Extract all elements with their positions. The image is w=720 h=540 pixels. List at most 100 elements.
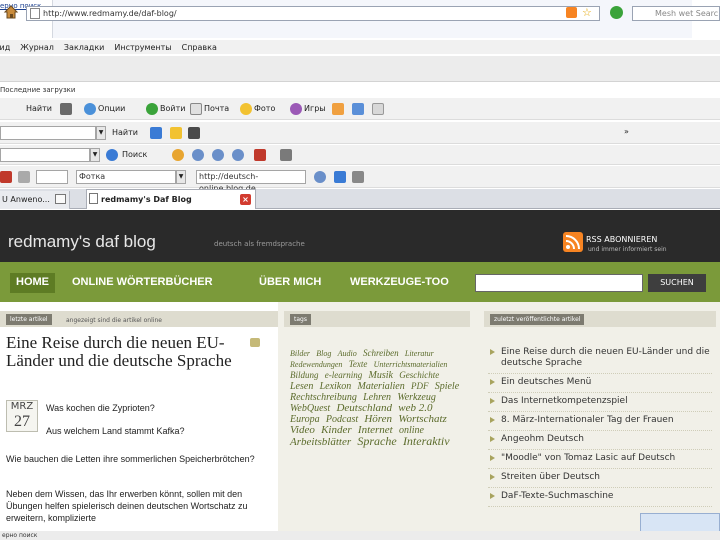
user-icon[interactable] bbox=[254, 149, 266, 161]
toolbar-icon-f[interactable] bbox=[18, 171, 30, 183]
menu-view[interactable]: Вид bbox=[0, 43, 10, 52]
recent-article-item[interactable]: Angeohm Deutsch bbox=[488, 431, 712, 450]
menu-help[interactable]: Справка bbox=[182, 43, 217, 52]
tb1-options[interactable]: Опции bbox=[98, 104, 125, 113]
tag-link[interactable]: Lexikon bbox=[320, 381, 352, 392]
browser-search-input[interactable]: Mesh wet Searc bbox=[632, 6, 720, 21]
tab-close-icon[interactable]: × bbox=[240, 194, 251, 205]
recent-article-item[interactable]: Eine Reise durch die neuen EU-Länder und… bbox=[488, 344, 712, 374]
toolbar-icon-e[interactable] bbox=[0, 171, 12, 183]
tag-link[interactable]: Bildung bbox=[290, 370, 319, 380]
toolbar-overflow[interactable]: » bbox=[624, 127, 629, 136]
site-search-button[interactable]: SUCHEN bbox=[648, 274, 706, 292]
star-icon[interactable]: ☆ bbox=[582, 6, 592, 19]
tb3-input[interactable] bbox=[0, 148, 90, 162]
tb1-find[interactable]: Найти bbox=[26, 104, 52, 113]
recent-article-item[interactable]: Ein deutsches Menü bbox=[488, 374, 712, 393]
nav-about[interactable]: ÜBER MICH bbox=[259, 276, 321, 288]
tb4-url[interactable]: http://deutsch-online.blog.de bbox=[196, 170, 306, 193]
search-icon[interactable] bbox=[106, 149, 118, 161]
rss-subscribe-link[interactable]: RSS ABONNIEREN bbox=[586, 235, 657, 244]
go-icon[interactable] bbox=[610, 6, 623, 19]
toolbar-icon-c[interactable] bbox=[372, 103, 384, 115]
latest-articles-pill[interactable]: letzte artikel bbox=[6, 314, 52, 325]
tb1-mail[interactable]: Почта bbox=[204, 104, 229, 113]
tag-link[interactable]: WebQuest bbox=[290, 403, 330, 414]
tag-link[interactable]: Texte bbox=[349, 359, 368, 369]
tag-link[interactable]: Redewendungen bbox=[290, 360, 342, 369]
photo-icon[interactable] bbox=[240, 103, 252, 115]
tag-link[interactable]: Arbeitsblätter bbox=[290, 436, 351, 448]
nav-dictionaries[interactable]: ONLINE WÖRTERBÜCHER bbox=[72, 276, 213, 288]
blog-title[interactable]: redmamy's daf blog bbox=[8, 232, 156, 252]
rss-icon[interactable] bbox=[563, 232, 583, 252]
mail-icon[interactable] bbox=[190, 103, 202, 115]
tb2-input[interactable] bbox=[0, 126, 96, 140]
recent-article-item[interactable]: Streiten über Deutsch bbox=[488, 469, 712, 488]
down-arrow-icon[interactable] bbox=[334, 171, 346, 183]
article-title[interactable]: Eine Reise durch die neuen EU-Länder und… bbox=[6, 334, 252, 370]
tag-link[interactable]: Video bbox=[290, 424, 315, 436]
tag-link[interactable]: Literatur bbox=[405, 349, 434, 358]
zoom-icon[interactable] bbox=[192, 149, 204, 161]
menu-history[interactable]: Журнал bbox=[20, 43, 54, 52]
login-icon[interactable] bbox=[146, 103, 158, 115]
games-icon[interactable] bbox=[290, 103, 302, 115]
recent-article-item[interactable]: "Moodle" von Tomaz Lasic auf Deutsch bbox=[488, 450, 712, 469]
tag-link[interactable]: Materialien bbox=[358, 381, 405, 392]
options-icon[interactable] bbox=[84, 103, 96, 115]
feed-icon[interactable] bbox=[566, 7, 577, 18]
tag-link[interactable]: Unterrichtsmaterialien bbox=[374, 360, 448, 369]
recent-article-item[interactable]: Das Internetkompetenzspiel bbox=[488, 393, 712, 412]
nav-home[interactable]: HOME bbox=[10, 273, 55, 293]
tb3-search[interactable]: Поиск bbox=[122, 150, 147, 159]
tb1-photo[interactable]: Фото bbox=[254, 104, 275, 113]
zoom-out-icon[interactable] bbox=[232, 149, 244, 161]
tag-link[interactable]: Wortschatz bbox=[398, 413, 447, 425]
tb4-dropdown[interactable]: ▼ bbox=[176, 170, 186, 184]
new-tab-icon[interactable] bbox=[55, 194, 66, 204]
recent-article-item[interactable]: DaF-Texte-Suchmaschine bbox=[488, 488, 712, 507]
menu-bookmarks[interactable]: Закладки bbox=[64, 43, 104, 52]
tag-link[interactable]: Musik bbox=[369, 370, 393, 381]
tag-link[interactable]: Spiele bbox=[435, 381, 459, 392]
tag-link[interactable]: Blog bbox=[316, 349, 331, 358]
tag-link[interactable]: Sprache bbox=[357, 434, 396, 448]
brush-icon[interactable] bbox=[280, 149, 292, 161]
toolbar-icon-d[interactable] bbox=[188, 127, 200, 139]
tag-link[interactable]: Interaktiv bbox=[403, 434, 450, 448]
comment-icon[interactable] bbox=[250, 338, 260, 347]
tb1-login[interactable]: Войти bbox=[160, 104, 185, 113]
nav-tools[interactable]: WERKZEUGE-TOO bbox=[350, 276, 449, 288]
smiley-icon[interactable] bbox=[172, 149, 184, 161]
zoom-in-icon[interactable] bbox=[212, 149, 224, 161]
tb2-find[interactable]: Найти bbox=[112, 128, 138, 137]
address-input[interactable]: http://www.redmamy.de/daf-blog/ bbox=[26, 6, 600, 21]
tag-link[interactable]: Audio bbox=[338, 349, 357, 358]
tb3-dropdown[interactable]: ▼ bbox=[90, 148, 100, 162]
tag-link[interactable]: Geschichte bbox=[399, 370, 439, 380]
spellcheck-icon[interactable] bbox=[150, 127, 162, 139]
recent-downloads-label[interactable]: Последние загрузки bbox=[0, 86, 75, 94]
highlight-icon[interactable] bbox=[170, 127, 182, 139]
recent-article-item[interactable]: 8. März-Internationaler Tag der Frauen bbox=[488, 412, 712, 431]
tb1-games[interactable]: Игры bbox=[304, 104, 326, 113]
tab-active[interactable]: redmamy's Daf Blog bbox=[86, 189, 256, 209]
tb2-dropdown[interactable]: ▼ bbox=[96, 126, 106, 140]
toolbar-icon-b[interactable] bbox=[352, 103, 364, 115]
tag-link[interactable]: Lesen bbox=[290, 381, 313, 392]
tag-link[interactable]: Schreiben bbox=[363, 348, 399, 358]
tag-link[interactable]: e-learning bbox=[325, 370, 363, 380]
tag-link[interactable]: Kinder bbox=[321, 424, 352, 436]
home-icon[interactable] bbox=[3, 4, 19, 20]
site-search-input[interactable] bbox=[475, 274, 643, 292]
tb4-search-icon[interactable] bbox=[314, 171, 326, 183]
tag-link[interactable]: PDF bbox=[411, 381, 429, 391]
tb4-field[interactable]: Фоткa bbox=[76, 170, 176, 184]
toolbar-icon-g[interactable] bbox=[352, 171, 364, 183]
bar-chart-icon[interactable] bbox=[60, 103, 72, 115]
menu-tools[interactable]: Инструменты bbox=[114, 43, 171, 52]
tb4-small-input[interactable] bbox=[36, 170, 68, 184]
toolbar-icon-a[interactable] bbox=[332, 103, 344, 115]
tag-link[interactable]: Bilder bbox=[290, 349, 310, 358]
